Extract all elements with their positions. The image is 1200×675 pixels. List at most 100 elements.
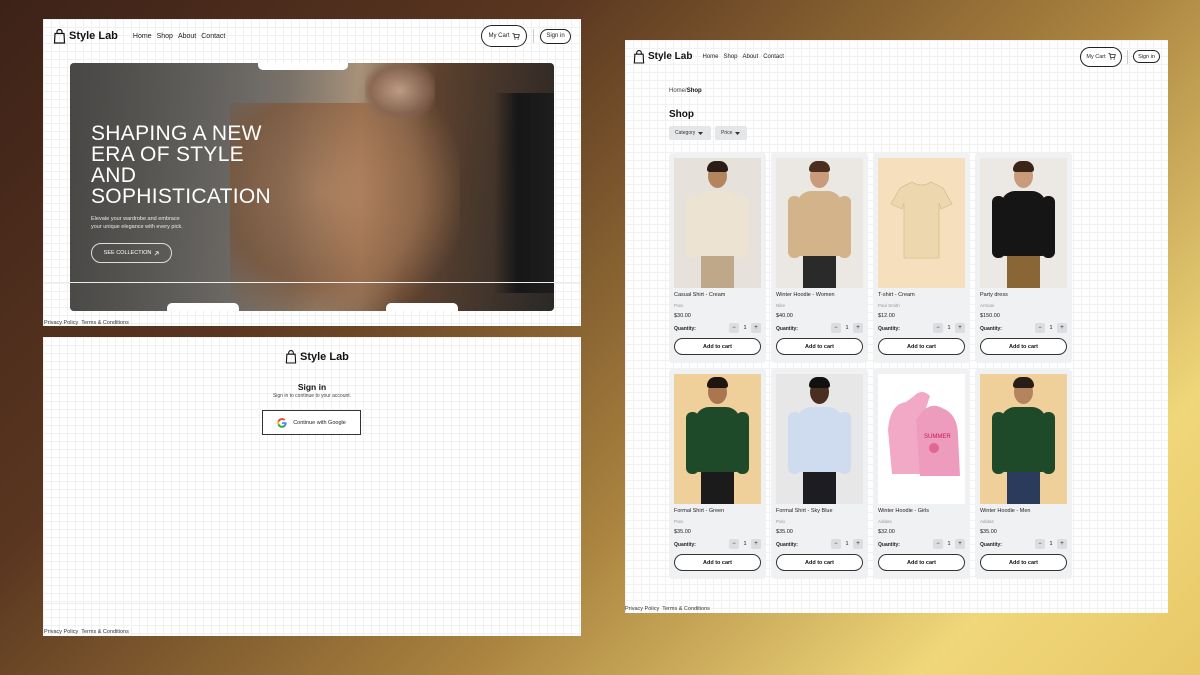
brand-name: Style Lab <box>648 51 693 62</box>
sign-in-button[interactable]: Sign in <box>540 28 571 44</box>
decrease-quantity-button[interactable]: − <box>729 539 739 549</box>
product-card[interactable]: Party dress Armani $150.00 Quantity: −1 + Add … <box>975 153 1072 363</box>
product-name[interactable]: Formal Shirt - Green <box>674 508 724 514</box>
add-to-cart-button[interactable]: Add to cart <box>878 554 965 571</box>
continue-with-google-button[interactable]: Continue with Google <box>262 410 361 435</box>
model-image <box>776 374 863 504</box>
increase-quantity-button[interactable]: + <box>853 539 863 549</box>
increase-quantity-button[interactable]: + <box>955 539 965 549</box>
hoodie-image: SUMMER <box>888 392 960 476</box>
product-name[interactable]: Winter Hoodie - Men <box>980 508 1030 514</box>
product-image[interactable]: SUMMER <box>878 374 965 504</box>
nav-link-shop[interactable]: Shop <box>723 54 737 60</box>
product-image[interactable] <box>674 158 761 288</box>
model-image <box>674 158 761 288</box>
privacy-policy-link[interactable]: Privacy Policy <box>44 629 78 635</box>
price-filter-dropdown[interactable]: Price <box>715 126 747 140</box>
svg-text:SUMMER: SUMMER <box>924 434 951 440</box>
add-to-cart-button[interactable]: Add to cart <box>980 338 1067 355</box>
quantity-value: 1 <box>1049 541 1053 547</box>
terms-link[interactable]: Terms & Conditions <box>81 320 129 326</box>
increase-quantity-button[interactable]: + <box>751 323 761 333</box>
add-to-cart-button[interactable]: Add to cart <box>776 554 863 571</box>
product-image[interactable] <box>674 374 761 504</box>
logo[interactable]: Style Lab <box>53 28 118 44</box>
product-card[interactable]: Winter Hoodie - Women Nike $40.00 Quantity:… <box>771 153 868 363</box>
footer: Privacy Policy Terms & Conditions <box>44 320 129 326</box>
product-image[interactable] <box>776 158 863 288</box>
product-name[interactable]: T-shirt - Cream <box>878 292 915 298</box>
category-filter-dropdown[interactable]: Category <box>669 126 711 140</box>
breadcrumb: Home/Shop <box>669 88 702 94</box>
hero-tab-top <box>258 63 348 70</box>
nav-links: Home Shop About Contact <box>133 33 225 40</box>
nav-link-shop[interactable]: Shop <box>157 33 173 40</box>
cart-icon <box>1108 53 1116 60</box>
add-to-cart-button[interactable]: Add to cart <box>674 338 761 355</box>
product-image[interactable] <box>980 158 1067 288</box>
quantity-label: Quantity: <box>776 542 798 548</box>
quantity-value: 1 <box>947 541 951 547</box>
decrease-quantity-button[interactable]: − <box>933 539 943 549</box>
decrease-quantity-button[interactable]: − <box>831 323 841 333</box>
quantity-stepper: −1 + <box>831 539 863 549</box>
nav-actions: My Cart Sign in <box>481 25 571 47</box>
nav-link-contact[interactable]: Contact <box>201 33 225 40</box>
navbar: Style Lab Home Shop About Contact My Car… <box>43 25 581 47</box>
logo[interactable]: Style Lab <box>633 49 693 64</box>
terms-link[interactable]: Terms & Conditions <box>81 629 129 635</box>
nav-link-contact[interactable]: Contact <box>763 54 784 60</box>
add-to-cart-button[interactable]: Add to cart <box>878 338 965 355</box>
add-to-cart-button[interactable]: Add to cart <box>674 554 761 571</box>
increase-quantity-button[interactable]: + <box>853 323 863 333</box>
privacy-policy-link[interactable]: Privacy Policy <box>44 320 78 326</box>
google-icon <box>277 417 287 428</box>
product-name[interactable]: Party dress <box>980 292 1008 298</box>
product-card[interactable]: SUMMER Winter Hoodie - Girls Adidas $32.00 Q… <box>873 369 970 579</box>
my-cart-button[interactable]: My Cart <box>481 25 527 47</box>
terms-link[interactable]: Terms & Conditions <box>662 606 710 612</box>
increase-quantity-button[interactable]: + <box>955 323 965 333</box>
decrease-quantity-button[interactable]: − <box>1035 539 1045 549</box>
product-name[interactable]: Winter Hoodie - Girls <box>878 508 929 514</box>
quantity-label: Quantity: <box>878 542 900 548</box>
add-to-cart-button[interactable]: Add to cart <box>776 338 863 355</box>
filter-bar: Category Price <box>669 126 747 140</box>
decrease-quantity-button[interactable]: − <box>1035 323 1045 333</box>
product-name[interactable]: Formal Shirt - Sky Blue <box>776 508 833 514</box>
sign-in-button[interactable]: Sign in <box>1133 50 1160 63</box>
shopping-bag-icon <box>633 49 645 64</box>
my-cart-button[interactable]: My Cart <box>1080 46 1122 67</box>
quantity-value: 1 <box>743 325 747 331</box>
tshirt-image <box>890 181 953 259</box>
nav-link-home[interactable]: Home <box>133 33 152 40</box>
decrease-quantity-button[interactable]: − <box>933 323 943 333</box>
product-image[interactable] <box>980 374 1067 504</box>
brand-name: Style Lab <box>69 30 118 42</box>
product-image[interactable] <box>776 374 863 504</box>
product-image[interactable] <box>878 158 965 288</box>
product-card[interactable]: T-shirt - Cream Paul Smith $12.00 Quantity:… <box>873 153 970 363</box>
product-card[interactable]: Formal Shirt - Sky Blue Polo $35.00 Quantit… <box>771 369 868 579</box>
increase-quantity-button[interactable]: + <box>751 539 761 549</box>
signin-subtitle: Sign in to continue to your account. <box>272 393 352 399</box>
privacy-policy-link[interactable]: Privacy Policy <box>625 606 659 612</box>
nav-link-about[interactable]: About <box>178 33 196 40</box>
decrease-quantity-button[interactable]: − <box>729 323 739 333</box>
product-name[interactable]: Winter Hoodie - Women <box>776 292 835 298</box>
logo[interactable]: Style Lab <box>285 350 349 364</box>
product-card[interactable]: Casual Shirt - Cream Polo $30.00 Quantity: −… <box>669 153 766 363</box>
add-to-cart-button[interactable]: Add to cart <box>980 554 1067 571</box>
nav-link-about[interactable]: About <box>743 54 759 60</box>
product-card[interactable]: Formal Shirt - Green Polo $35.00 Quantity: −… <box>669 369 766 579</box>
decrease-quantity-button[interactable]: − <box>831 539 841 549</box>
product-card[interactable]: Winter Hoodie - Men Adidas $35.00 Quantity:… <box>975 369 1072 579</box>
increase-quantity-button[interactable]: + <box>1057 539 1067 549</box>
product-name[interactable]: Casual Shirt - Cream <box>674 292 725 298</box>
see-collection-button[interactable]: SEE COLLECTION <box>91 243 172 263</box>
hero-title-line: AND <box>91 164 137 187</box>
increase-quantity-button[interactable]: + <box>1057 323 1067 333</box>
breadcrumb-home[interactable]: Home <box>669 88 685 94</box>
nav-link-home[interactable]: Home <box>702 54 718 60</box>
product-brand: Armani <box>980 303 995 308</box>
